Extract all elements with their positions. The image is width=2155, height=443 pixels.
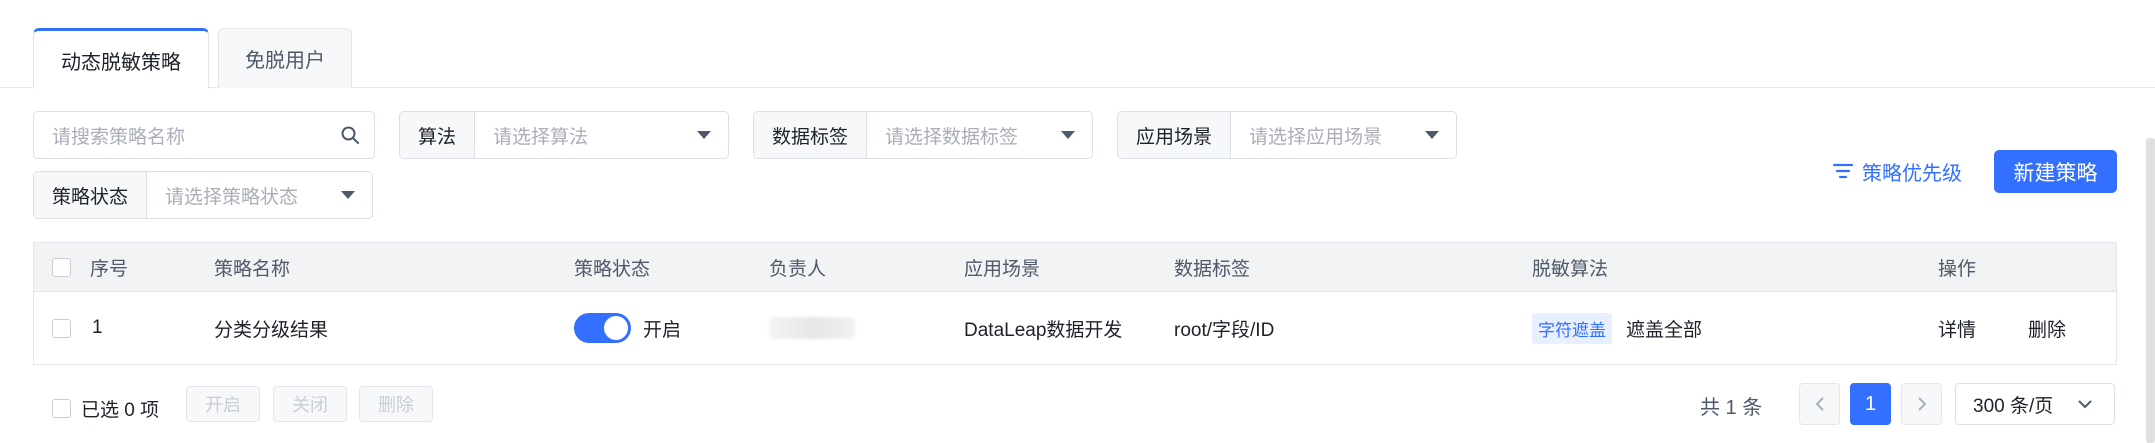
batch-close-button[interactable]: 关闭	[273, 386, 347, 422]
status-text: 开启	[643, 319, 682, 341]
selected-count-label: 已选 0 项	[81, 400, 160, 421]
batch-delete-button[interactable]: 删除	[359, 386, 433, 422]
select-all-checkbox[interactable]	[52, 243, 71, 291]
tag-select-label: 数据标签	[754, 112, 868, 158]
tag-select[interactable]: 数据标签 请选择数据标签	[753, 111, 1093, 159]
algo-type-badge: 字符遮盖	[1532, 312, 1612, 344]
status-toggle[interactable]	[574, 313, 631, 343]
status-select-placeholder: 请选择策略状态	[165, 186, 299, 208]
col-scene: 应用场景	[964, 258, 1041, 280]
chevron-down-icon	[2078, 400, 2092, 409]
col-status: 策略状态	[574, 258, 651, 280]
status-select[interactable]: 策略状态 请选择策略状态	[33, 171, 373, 219]
next-page-button[interactable]	[1901, 383, 1942, 425]
scene-select-placeholder: 请选择应用场景	[1249, 126, 1383, 148]
tab-exempt-users[interactable]: 免脱用户	[218, 28, 352, 88]
tab-dynamic-policy[interactable]: 动态脱敏策略	[33, 28, 209, 89]
chevron-down-icon	[1408, 112, 1456, 158]
delete-link[interactable]: 删除	[2028, 292, 2066, 364]
row-name: 分类分级结果	[214, 319, 329, 341]
total-count: 共 1 条	[1700, 397, 1763, 419]
chevron-left-icon	[1815, 397, 1824, 411]
col-owner: 负责人	[769, 258, 827, 280]
owner-redacted	[769, 317, 855, 339]
search-icon[interactable]	[326, 112, 374, 158]
col-ops: 操作	[1938, 258, 1977, 280]
algo-select-label: 算法	[400, 112, 476, 158]
tag-select-placeholder: 请选择数据标签	[885, 126, 1019, 148]
page-size-value: 300 条/页	[1973, 395, 2054, 417]
selected-count: 已选 0 项	[52, 395, 159, 422]
scrollbar[interactable]	[2146, 138, 2155, 443]
policy-priority-label: 策略优先级	[1862, 162, 1962, 185]
algo-desc: 遮盖全部	[1626, 319, 1703, 341]
col-algo: 脱敏算法	[1532, 258, 1609, 280]
scene-select-label: 应用场景	[1118, 112, 1232, 158]
row-owner	[769, 292, 855, 364]
status-select-label: 策略状态	[34, 172, 148, 218]
row-scene: DataLeap数据开发	[964, 319, 1123, 341]
chevron-down-icon	[324, 172, 372, 218]
col-tag: 数据标签	[1174, 258, 1251, 280]
prev-page-button[interactable]	[1799, 383, 1840, 425]
table-header: 序号 策略名称 策略状态 负责人 应用场景 数据标签 脱敏算法 操作	[34, 243, 2116, 292]
footer-select-checkbox[interactable]	[52, 399, 71, 418]
page-size-select[interactable]: 300 条/页	[1955, 383, 2115, 425]
chevron-down-icon	[680, 112, 728, 158]
search-input[interactable]: 请搜索策略名称	[34, 112, 326, 158]
row-index: 1	[92, 317, 103, 338]
col-index: 序号	[90, 258, 129, 280]
table-row: 1 分类分级结果 开启 DataLeap数据开发 root/字段/ID 字符遮盖…	[34, 292, 2116, 364]
col-name: 策略名称	[214, 258, 291, 280]
page-1-button[interactable]: 1	[1850, 383, 1891, 425]
tabs-bar: 动态脱敏策略 免脱用户	[0, 0, 2155, 89]
algo-select[interactable]: 算法 请选择算法	[399, 111, 729, 159]
row-algo: 字符遮盖 遮盖全部	[1532, 292, 1702, 364]
batch-open-button[interactable]: 开启	[186, 386, 260, 422]
search-box[interactable]: 请搜索策略名称	[33, 111, 375, 159]
detail-link[interactable]: 详情	[1938, 292, 1976, 364]
policy-priority-link[interactable]: 策略优先级	[1832, 153, 1962, 189]
filter-icon	[1832, 163, 1854, 179]
row-status: 开启	[574, 292, 681, 364]
row-checkbox[interactable]	[52, 292, 71, 364]
algo-select-placeholder: 请选择算法	[493, 126, 589, 148]
policy-table: 序号 策略名称 策略状态 负责人 应用场景 数据标签 脱敏算法 操作 1 分类分…	[33, 242, 2117, 365]
chevron-down-icon	[1044, 112, 1092, 158]
chevron-right-icon	[1917, 397, 1926, 411]
new-policy-button[interactable]: 新建策略	[1994, 150, 2117, 193]
row-tag: root/字段/ID	[1174, 319, 1275, 341]
scene-select[interactable]: 应用场景 请选择应用场景	[1117, 111, 1457, 159]
